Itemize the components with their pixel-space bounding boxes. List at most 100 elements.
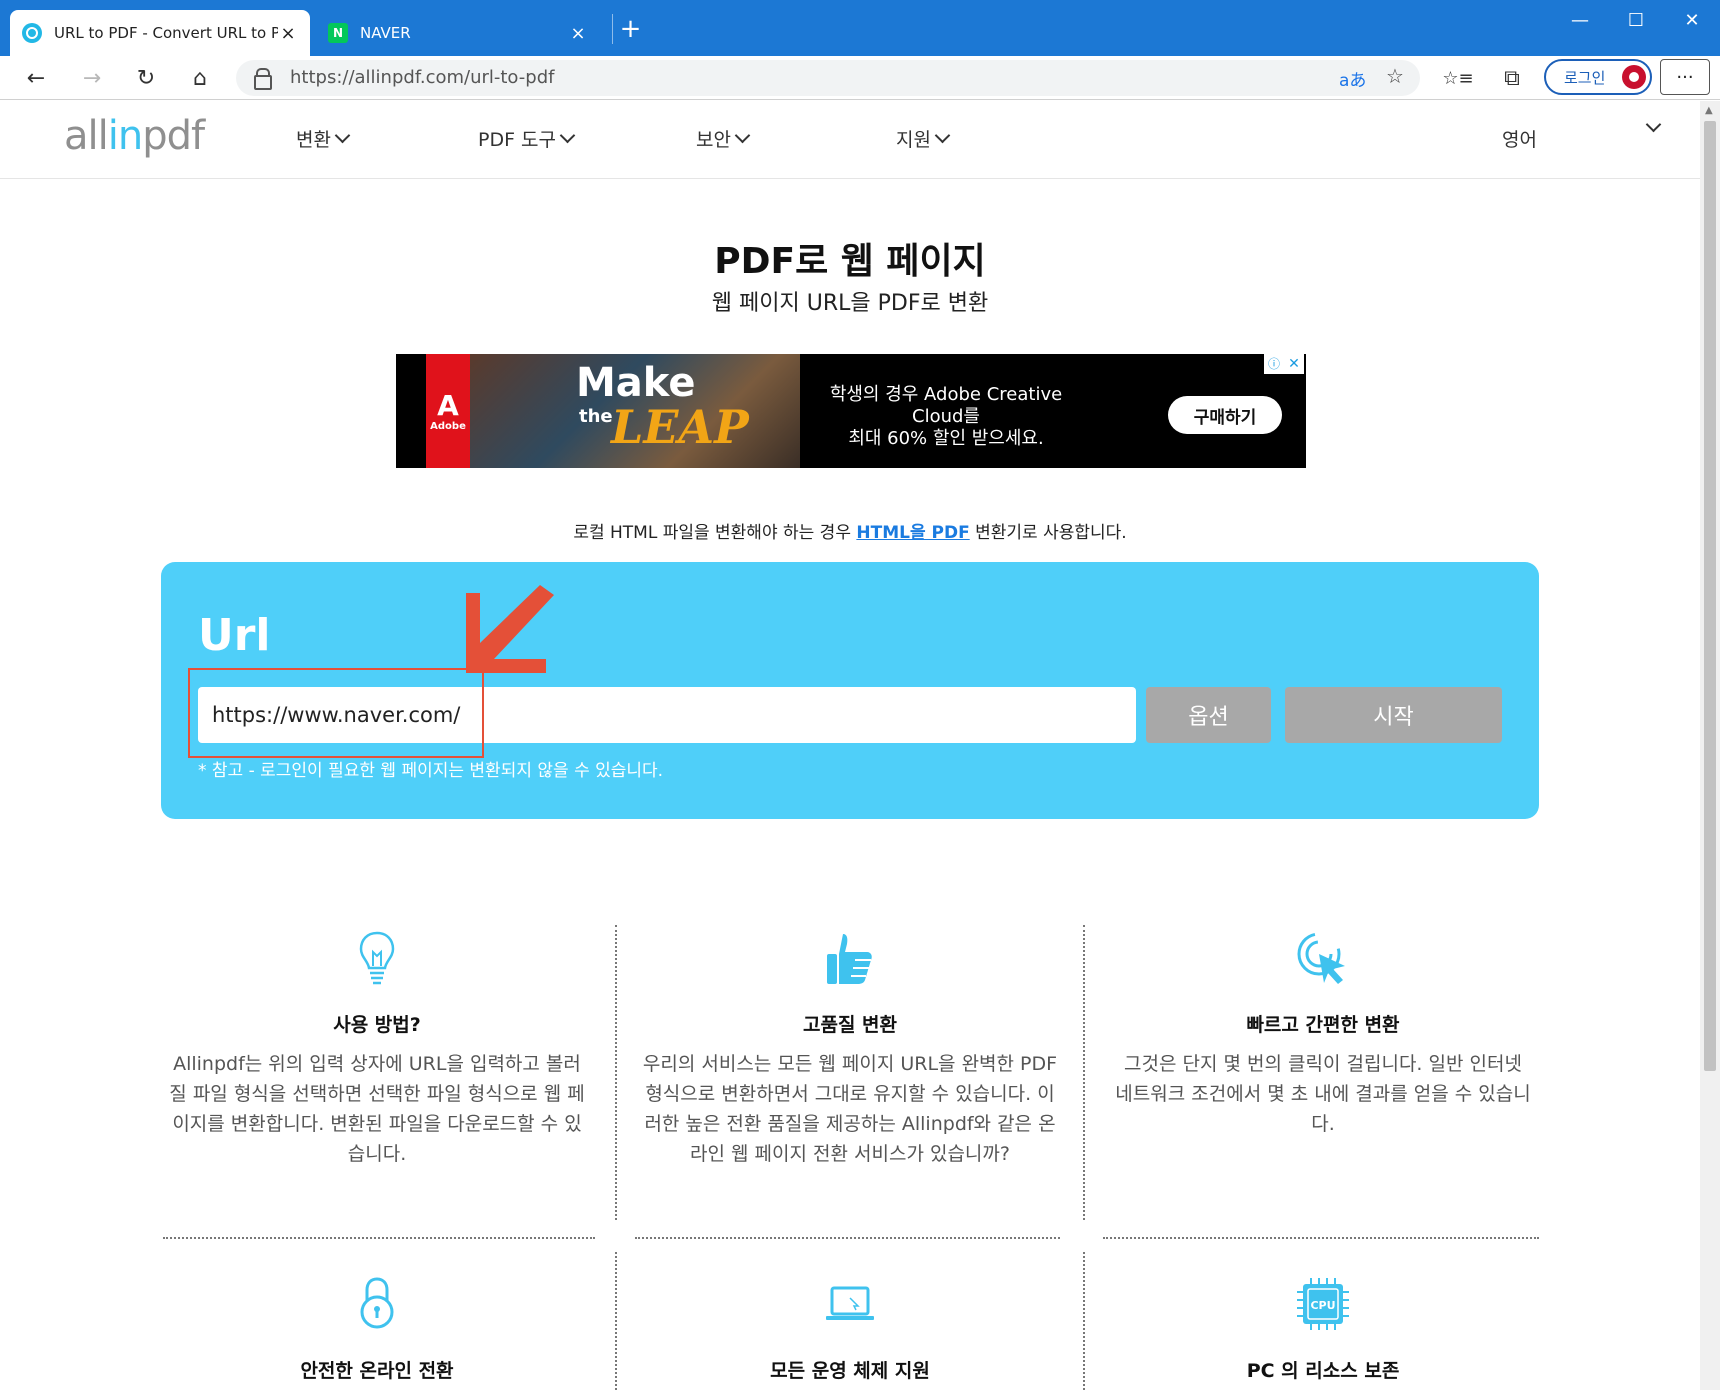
feature-desc: 그것은 단지 몇 번의 클릭이 걸립니다. 일반 인터넷 네트워크 조건에서 몇…: [1115, 1053, 1531, 1135]
ad-leap-text: LEAP: [611, 400, 749, 454]
feature-quality: 고품질 변환 우리의 서비스는 모든 웹 페이지 URL을 완벽한 PDF 형식…: [630, 930, 1070, 1169]
ad-copy: 학생의 경우 Adobe Creative Cloud를 최대 60% 할인 받…: [816, 384, 1076, 450]
feature-how-to: 사용 방법? Allinpdf는 위의 입력 상자에 URL을 입력하고 볼러질…: [157, 930, 597, 1169]
tab-close-icon[interactable]: ×: [568, 23, 588, 44]
ad-copy-line2: 최대 60% 할인 받으세요.: [848, 428, 1044, 449]
read-aloud-icon[interactable]: aあ: [1339, 66, 1366, 91]
logo-text-pdf: pdf: [142, 113, 205, 159]
feature-all-os: 모든 운영 체제 지원: [630, 1276, 1070, 1383]
menu-label: 변환: [296, 129, 331, 151]
lock-icon[interactable]: [254, 68, 272, 90]
ad-banner[interactable]: A Adobe Make the LEAP 학생의 경우 Adobe Creat…: [396, 354, 1306, 468]
feature-fast: 빠르고 간편한 변환 그것은 단지 몇 번의 클릭이 걸립니다. 일반 인터넷 …: [1103, 930, 1543, 1139]
cpu-label: CPU: [1310, 1299, 1335, 1312]
url-converter-panel: Url 옵션 시작 * 참고 - 로그인이 필요한 웹 페이지는 변환되지 않을…: [161, 562, 1539, 819]
ad-the-text: the: [579, 406, 613, 427]
divider: [635, 1237, 1060, 1239]
login-note: * 참고 - 로그인이 필요한 웹 페이지는 변환되지 않을 수 있습니다.: [198, 761, 664, 781]
feature-title: PC 의 리소스 보존: [1246, 1360, 1400, 1382]
chevron-down-icon: [734, 127, 751, 144]
chevron-down-icon: [334, 127, 351, 144]
menu-security[interactable]: 보안: [696, 125, 751, 152]
adobe-logo: A Adobe: [426, 354, 470, 468]
page-scrollbar[interactable]: ▲: [1700, 101, 1720, 1390]
avatar-icon: [1622, 65, 1646, 89]
chevron-down-icon: [934, 127, 951, 144]
adobe-label: Adobe: [430, 420, 466, 432]
profile-login-button[interactable]: 로그인: [1544, 59, 1652, 95]
scrollbar-thumb[interactable]: [1704, 121, 1716, 1071]
thumbs-up-icon: [827, 934, 872, 984]
minimize-button[interactable]: —: [1552, 0, 1608, 40]
add-favorite-icon[interactable]: ☆: [1386, 64, 1404, 88]
menu-label: PDF 도구: [478, 129, 557, 151]
feature-secure: 안전한 온라인 전환: [157, 1276, 597, 1383]
url-label: Url: [198, 610, 271, 661]
chevron-down-icon: [559, 127, 576, 144]
home-icon[interactable]: ⌂: [184, 62, 216, 94]
collections-icon[interactable]: ⧉: [1496, 62, 1528, 94]
ad-close-icon[interactable]: ✕: [1284, 354, 1304, 374]
naver-icon: N: [328, 23, 348, 43]
tab-url-to-pdf[interactable]: URL to PDF - Convert URL to PDF ×: [10, 10, 310, 56]
annotation-arrow-icon: [466, 585, 554, 673]
divider: [615, 1252, 617, 1390]
divider: [1103, 1237, 1539, 1239]
laptop-icon: [826, 1286, 874, 1320]
maximize-button[interactable]: ☐: [1608, 0, 1664, 40]
back-icon[interactable]: ←: [20, 62, 52, 94]
ad-buy-button[interactable]: 구매하기: [1168, 396, 1282, 434]
feature-title: 고품질 변환: [802, 1014, 897, 1036]
ad-copy-line1: 학생의 경우 Adobe Creative Cloud를: [829, 384, 1063, 427]
note-text-post: 변환기로 사용합니다.: [969, 523, 1127, 543]
lightbulb-icon: [359, 931, 395, 985]
feature-desc: Allinpdf는 위의 입력 상자에 URL을 입력하고 볼러질 파일 형식을…: [169, 1053, 585, 1165]
menu-label: 보안: [696, 129, 731, 151]
tab-naver[interactable]: N NAVER ×: [316, 10, 600, 56]
click-pointer-icon: [1297, 932, 1345, 984]
chevron-down-icon: [1645, 116, 1662, 133]
more-menu-button[interactable]: ···: [1660, 59, 1710, 95]
browser-title-bar: URL to PDF - Convert URL to PDF × N NAVE…: [0, 0, 1720, 56]
note-text-pre: 로컬 HTML 파일을 변환해야 하는 경우: [573, 523, 857, 543]
address-bar[interactable]: https://allinpdf.com/url-to-pdf aあ ☆: [236, 60, 1420, 96]
divider: [1083, 925, 1085, 1220]
feature-title: 사용 방법?: [333, 1014, 421, 1036]
site-header: allinpdf 변환 PDF 도구 보안 지원 영어: [0, 101, 1700, 179]
padlock-icon: [360, 1277, 394, 1329]
new-tab-button[interactable]: +: [612, 14, 648, 44]
logo-text-all: all: [64, 113, 109, 159]
tab-title: URL to PDF - Convert URL to PDF: [54, 24, 278, 42]
scroll-up-icon[interactable]: ▲: [1705, 105, 1713, 116]
html-converter-note: 로컬 HTML 파일을 변환해야 하는 경우 HTML을 PDF 변환기로 사용…: [0, 518, 1700, 543]
start-button[interactable]: 시작: [1285, 687, 1502, 743]
ad-info-icon[interactable]: ⓘ: [1264, 354, 1284, 374]
menu-convert[interactable]: 변환: [296, 125, 351, 152]
feature-title: 빠르고 간편한 변환: [1246, 1014, 1400, 1036]
options-button[interactable]: 옵션: [1146, 687, 1271, 743]
divider: [163, 1237, 595, 1239]
allinpdf-icon: [22, 23, 42, 43]
language-selector-label[interactable]: 영어: [1502, 125, 1537, 152]
feature-title: 안전한 온라인 전환: [300, 1360, 454, 1382]
page-title: PDF로 웹 페이지: [714, 241, 986, 282]
menu-support[interactable]: 지원: [896, 125, 951, 152]
reload-icon[interactable]: ↻: [130, 62, 162, 94]
html-to-pdf-link[interactable]: HTML을 PDF: [856, 523, 969, 543]
address-text[interactable]: https://allinpdf.com/url-to-pdf: [290, 67, 554, 88]
close-window-button[interactable]: ✕: [1664, 0, 1720, 40]
site-logo[interactable]: allinpdf: [64, 113, 205, 159]
browser-toolbar: ← → ↻ ⌂ https://allinpdf.com/url-to-pdf …: [0, 56, 1720, 100]
tab-close-icon[interactable]: ×: [278, 23, 298, 44]
forward-icon[interactable]: →: [76, 62, 108, 94]
login-label: 로그인: [1564, 68, 1606, 87]
divider: [615, 925, 617, 1220]
tab-title: NAVER: [360, 24, 411, 42]
favorites-icon[interactable]: ☆≡: [1442, 62, 1474, 94]
menu-pdf-tools[interactable]: PDF 도구: [478, 125, 576, 152]
feature-resources: CPU PC 의 리소스 보존: [1103, 1276, 1543, 1383]
language-dropdown[interactable]: [1642, 116, 1662, 133]
logo-text-in: in: [107, 113, 143, 159]
feature-desc: 우리의 서비스는 모든 웹 페이지 URL을 완벽한 PDF 형식으로 변환하면…: [642, 1053, 1058, 1165]
page-subtitle: 웹 페이지 URL을 PDF로 변환: [711, 291, 989, 316]
